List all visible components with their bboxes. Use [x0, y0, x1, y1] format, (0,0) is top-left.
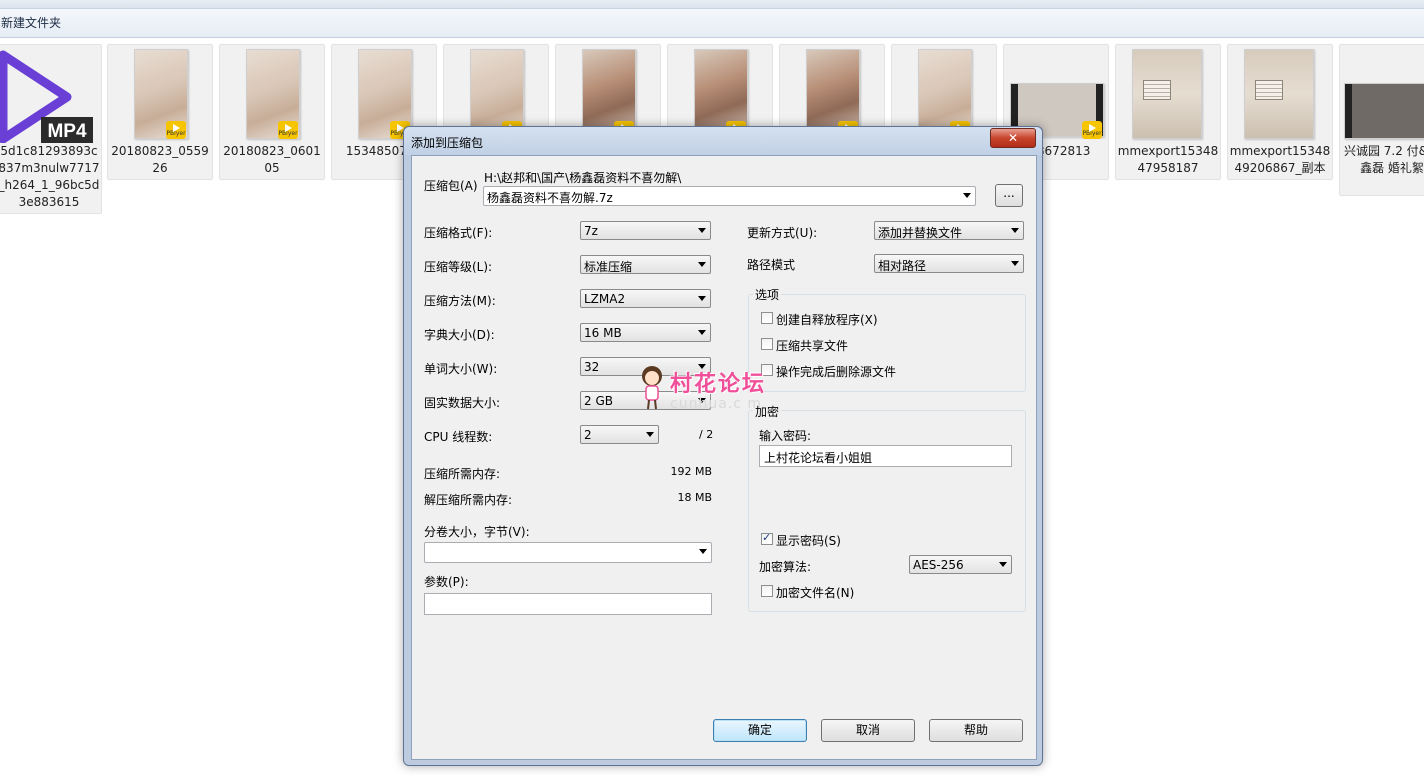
enc-method-select[interactable]: AES-256: [909, 555, 1012, 574]
chevron-down-icon: [698, 330, 706, 335]
close-button[interactable]: ✕: [990, 128, 1036, 148]
shared-files-checkbox[interactable]: [761, 338, 773, 350]
solid-size-select[interactable]: 2 GB: [580, 391, 711, 410]
mp4-play-icon: MP4: [0, 50, 93, 143]
params-label: 参数(P):: [424, 575, 469, 589]
archive-name-combo[interactable]: 杨鑫磊资料不喜勿解.7z: [483, 186, 976, 206]
window-titlebar: [0, 0, 1424, 9]
player-badge-icon: PBlyer: [166, 121, 186, 139]
path-mode-select[interactable]: 相对路径: [874, 254, 1024, 273]
mem-decompress-value: 18 MB: [677, 491, 712, 504]
update-mode-label: 更新方式(U):: [747, 226, 818, 240]
document-thumbnail: [1244, 49, 1314, 139]
breadcrumb[interactable]: 新建文件夹: [0, 9, 1424, 38]
update-mode-select[interactable]: 添加并替换文件: [874, 221, 1024, 240]
file-name: 兴诚园 7.2 付&杨鑫磊 婚礼絮: [1343, 144, 1424, 175]
password-label: 输入密码:: [759, 429, 812, 443]
show-password-label[interactable]: 显示密码(S): [776, 532, 841, 549]
show-password-checkbox[interactable]: [761, 531, 773, 545]
level-select[interactable]: 标准压缩: [580, 255, 711, 274]
chevron-down-icon: [1011, 228, 1019, 233]
chevron-down-icon: [698, 262, 706, 267]
file-tile[interactable]: MP4 5d1c81293893c837m3nulw7717_h264_1_96…: [0, 44, 102, 214]
format-select[interactable]: 7z: [580, 221, 711, 240]
file-name: 20180823_060105: [223, 144, 321, 175]
chevron-down-icon: [698, 228, 706, 233]
encryption-title: 加密: [753, 403, 782, 420]
encrypt-names-label[interactable]: 加密文件名(N): [776, 584, 854, 601]
word-label: 单词大小(W):: [424, 362, 498, 376]
file-tile[interactable]: mmexport1534847958187: [1115, 44, 1221, 180]
cancel-button[interactable]: 取消: [821, 719, 915, 742]
add-to-archive-dialog: 添加到压缩包 ✕ 压缩包(A) H:\赵邦和\国产\杨鑫磊资料不喜勿解\ 杨鑫磊…: [403, 126, 1043, 766]
player-badge-icon: PBlyer: [278, 121, 298, 139]
password-input[interactable]: 上村花论坛看小姐姐: [759, 445, 1012, 467]
delete-source-checkbox[interactable]: [761, 364, 773, 376]
dialog-titlebar[interactable]: 添加到压缩包 ✕: [404, 127, 1042, 155]
chevron-down-icon: [999, 562, 1007, 567]
chevron-down-icon: [699, 549, 707, 554]
svg-text:MP4: MP4: [47, 121, 87, 142]
shared-files-label[interactable]: 压缩共享文件: [776, 337, 848, 354]
document-thumbnail: [1132, 49, 1202, 139]
player-badge-icon: PBlyer: [1082, 121, 1102, 139]
file-tile[interactable]: mmexport1534849206867_副本: [1227, 44, 1333, 180]
method-select[interactable]: LZMA2: [580, 289, 711, 308]
chevron-down-icon: [963, 193, 971, 198]
dialog-body: 压缩包(A) H:\赵邦和\国产\杨鑫磊资料不喜勿解\ 杨鑫磊资料不喜勿解.7z…: [411, 155, 1037, 760]
mem-compress-value: 192 MB: [670, 465, 712, 478]
options-title: 选项: [753, 286, 782, 303]
dialog-title: 添加到压缩包: [411, 136, 484, 150]
file-tile[interactable]: 兴诚园 7.2 付&杨鑫磊 婚礼絮: [1339, 44, 1424, 196]
chevron-down-icon: [698, 398, 706, 403]
delete-source-label[interactable]: 操作完成后删除源文件: [776, 363, 896, 380]
mem-compress-label: 压缩所需内存:: [424, 467, 501, 481]
chevron-down-icon: [646, 432, 654, 437]
breadcrumb-folder[interactable]: 新建文件夹: [1, 14, 61, 31]
chevron-down-icon: [698, 364, 706, 369]
browse-button[interactable]: ...: [995, 184, 1023, 207]
word-size-select[interactable]: 32: [580, 357, 711, 376]
dict-size-select[interactable]: 16 MB: [580, 323, 711, 342]
cpu-total: / 2: [699, 428, 714, 441]
file-name: 5d1c81293893c837m3nulw7717_h264_1_96bc5d…: [0, 144, 100, 209]
format-label: 压缩格式(F):: [424, 226, 493, 240]
file-tile[interactable]: PBlyer 20180823_055926: [107, 44, 213, 180]
dict-label: 字典大小(D):: [424, 328, 495, 342]
cpu-label: CPU 线程数:: [424, 430, 493, 444]
enc-method-label: 加密算法:: [759, 560, 812, 574]
chevron-down-icon: [1011, 261, 1019, 266]
path-mode-label: 路径模式: [747, 258, 796, 272]
encrypt-names-checkbox[interactable]: [761, 585, 773, 597]
params-input[interactable]: [424, 593, 712, 615]
archive-label: 压缩包(A): [424, 179, 478, 193]
solid-label: 固实数据大小:: [424, 396, 501, 410]
file-name: mmexport1534847958187: [1117, 144, 1219, 175]
file-tile[interactable]: PBlyer 20180823_060105: [219, 44, 325, 180]
level-label: 压缩等级(L):: [424, 260, 493, 274]
video-thumbnail: [1344, 83, 1424, 139]
method-label: 压缩方法(M):: [424, 294, 496, 308]
file-name: 20180823_055926: [111, 144, 209, 175]
file-name: mmexport1534849206867_副本: [1229, 144, 1331, 175]
cpu-threads-select[interactable]: 2: [580, 425, 659, 444]
volume-size-combo[interactable]: [424, 542, 712, 563]
chevron-down-icon: [698, 296, 706, 301]
help-button[interactable]: 帮助: [929, 719, 1023, 742]
sfx-label[interactable]: 创建自释放程序(X): [776, 311, 878, 328]
volume-label: 分卷大小，字节(V):: [424, 525, 530, 539]
mem-decompress-label: 解压缩所需内存:: [424, 493, 513, 507]
archive-path: H:\赵邦和\国产\杨鑫磊资料不喜勿解\: [484, 171, 682, 185]
sfx-checkbox[interactable]: [761, 312, 773, 324]
ok-button[interactable]: 确定: [713, 719, 807, 742]
